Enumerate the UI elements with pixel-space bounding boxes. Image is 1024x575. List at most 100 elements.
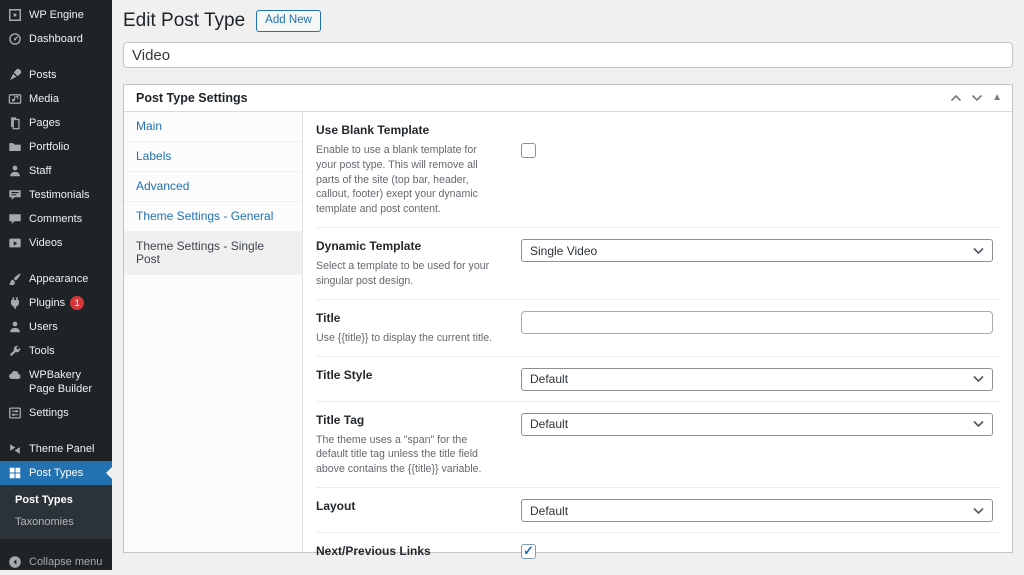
settings-icon <box>8 406 22 420</box>
select-wrap: Default <box>521 499 993 523</box>
field-control <box>521 310 993 346</box>
title-input[interactable] <box>521 310 993 334</box>
field-description: Use {{title}} to display the current tit… <box>316 331 493 344</box>
field-description: The theme uses a "span" for the default … <box>316 433 482 476</box>
user-icon <box>8 164 22 178</box>
wrench-icon <box>8 344 22 358</box>
field-label-layout: Layout <box>316 499 356 514</box>
field-control <box>521 123 993 217</box>
sidebar-item-posts[interactable]: Posts <box>0 63 112 87</box>
menu-separator <box>0 425 112 437</box>
sidebar-item-label: Tools <box>29 345 55 357</box>
sidebar-item-label: Staff <box>29 165 52 177</box>
next-previous-links-checkbox[interactable] <box>521 543 536 560</box>
user-icon <box>8 320 22 334</box>
field-row-layout: Layout Default <box>303 488 1012 534</box>
tab-theme-settings-general[interactable]: Theme Settings - General <box>124 202 302 232</box>
sidebar-item-label: Posts <box>29 69 57 81</box>
field-control: Default <box>521 499 993 523</box>
sidebar-item-appearance[interactable]: Appearance <box>0 267 112 291</box>
title-style-select[interactable]: Default <box>521 367 993 391</box>
sidebar-item-label: Portfolio <box>29 141 70 153</box>
video-icon <box>8 236 22 250</box>
sidebar-item-users[interactable]: Users <box>0 315 112 339</box>
sidebar-item-plugins[interactable]: Plugins 1 <box>0 291 112 315</box>
move-down-icon[interactable] <box>971 94 983 102</box>
sidebar-item-post-types[interactable]: Post Types <box>0 461 112 485</box>
collapse-menu-button[interactable]: Collapse menu <box>0 549 112 575</box>
sidebar-item-label: Testimonials <box>29 189 90 201</box>
sidebar-item-videos[interactable]: Videos <box>0 231 112 255</box>
settings-tab-list: Main Labels Advanced Theme Settings - Gener… <box>124 112 303 552</box>
sidebar-item-label: Media <box>29 93 59 105</box>
field-description: Enable to use a blank template for your … <box>316 144 478 216</box>
content-area: Edit Post Type Add New Post Type Setting… <box>112 0 1024 570</box>
testimonial-icon <box>8 188 22 202</box>
comment-icon <box>8 212 22 226</box>
sidebar-item-media[interactable]: Media <box>0 87 112 111</box>
sidebar-item-dashboard[interactable]: Dashboard <box>0 27 112 51</box>
update-count-badge: 1 <box>70 296 85 310</box>
sidebar-item-wp-engine[interactable]: WP Engine <box>0 3 112 27</box>
sidebar-item-label: Dashboard <box>29 33 83 45</box>
media-icon <box>8 92 22 106</box>
sidebar-item-wpbakery-page-builder[interactable]: WPBakery Page Builder <box>0 363 112 401</box>
sidebar-item-portfolio[interactable]: Portfolio <box>0 135 112 159</box>
field-row-title: Title Use {{title}} to display the curren… <box>303 300 1012 357</box>
portfolio-icon <box>8 140 22 154</box>
field-row-title-tag: Title Tag The theme uses a "span" for the… <box>303 402 1012 489</box>
field-control: Default <box>521 412 993 477</box>
dynamic-template-select[interactable]: Single Video <box>521 239 993 263</box>
sidebar-item-label: Settings <box>29 407 69 419</box>
field-row-next-previous-links: Next/Previous Links <box>303 533 1012 570</box>
field-meta: Title Style <box>316 368 508 391</box>
move-up-icon[interactable] <box>950 94 962 102</box>
title-tag-select[interactable]: Default <box>521 412 993 436</box>
cloud-icon <box>8 368 22 382</box>
select-wrap: Single Video <box>521 239 993 263</box>
field-row-dynamic-template: Dynamic Template Select a template to be … <box>303 228 1012 300</box>
select-wrap: Default <box>521 367 993 391</box>
tab-theme-settings-single-post[interactable]: Theme Settings - Single Post <box>124 232 302 275</box>
add-new-button[interactable]: Add New <box>256 10 321 32</box>
field-meta: Dynamic Template Select a template to be … <box>316 239 508 289</box>
menu-separator <box>0 255 112 267</box>
post-type-settings-metabox: Post Type Settings ▲ Main Labels Advanced T… <box>123 84 1013 560</box>
sidebar-item-tools[interactable]: Tools <box>0 339 112 363</box>
sidebar-item-label: Videos <box>29 237 63 249</box>
sidebar-item-label: Appearance <box>29 273 89 285</box>
collapse-toggle-icon[interactable]: ▲ <box>992 93 1002 103</box>
page-title: Edit Post Type <box>123 10 246 31</box>
tab-advanced[interactable]: Advanced <box>124 172 302 202</box>
sidebar-item-theme-panel[interactable]: Theme Panel <box>0 437 112 461</box>
collapse-menu-label: Collapse menu <box>29 556 103 568</box>
use-blank-template-checkbox[interactable] <box>521 143 536 158</box>
sidebar-item-label: WP Engine <box>29 9 84 21</box>
post-type-title-input[interactable] <box>123 42 1013 68</box>
submenu-item-taxonomies[interactable]: Taxonomies <box>0 511 112 533</box>
field-meta: Layout <box>316 499 508 522</box>
sidebar-item-label: Plugins <box>29 297 66 309</box>
sidebar-item-testimonials[interactable]: Testimonials <box>0 183 112 207</box>
sidebar-item-label: Post Types <box>29 467 84 479</box>
field-row-title-style: Title Style Default <box>303 357 1012 402</box>
sidebar-item-settings[interactable]: Settings <box>0 401 112 425</box>
sidebar-item-label: WPBakery Page Builder <box>29 369 92 395</box>
field-meta: Next/Previous Links <box>316 544 508 559</box>
sidebar-item-staff[interactable]: Staff <box>0 159 112 183</box>
metabox-header: Post Type Settings ▲ <box>124 85 1012 112</box>
sidebar-item-pages[interactable]: Pages <box>0 111 112 135</box>
tab-main[interactable]: Main <box>124 112 302 142</box>
page-header: Edit Post Type Add New <box>123 9 1013 33</box>
sidebar-item-comments[interactable]: Comments <box>0 207 112 231</box>
theme-panel-icon <box>8 442 22 456</box>
tab-labels[interactable]: Labels <box>124 142 302 172</box>
field-label-next-previous-links: Next/Previous Links <box>316 544 431 559</box>
select-wrap: Default <box>521 412 993 436</box>
field-control: Single Video <box>521 239 993 289</box>
post-types-submenu: Post Types Taxonomies <box>0 485 112 539</box>
layout-select[interactable]: Default <box>521 499 993 523</box>
settings-fields: Use Blank Template Enable to use a blank … <box>303 112 1012 560</box>
submenu-item-post-types[interactable]: Post Types <box>0 489 112 511</box>
sidebar-item-label: Comments <box>29 213 83 225</box>
